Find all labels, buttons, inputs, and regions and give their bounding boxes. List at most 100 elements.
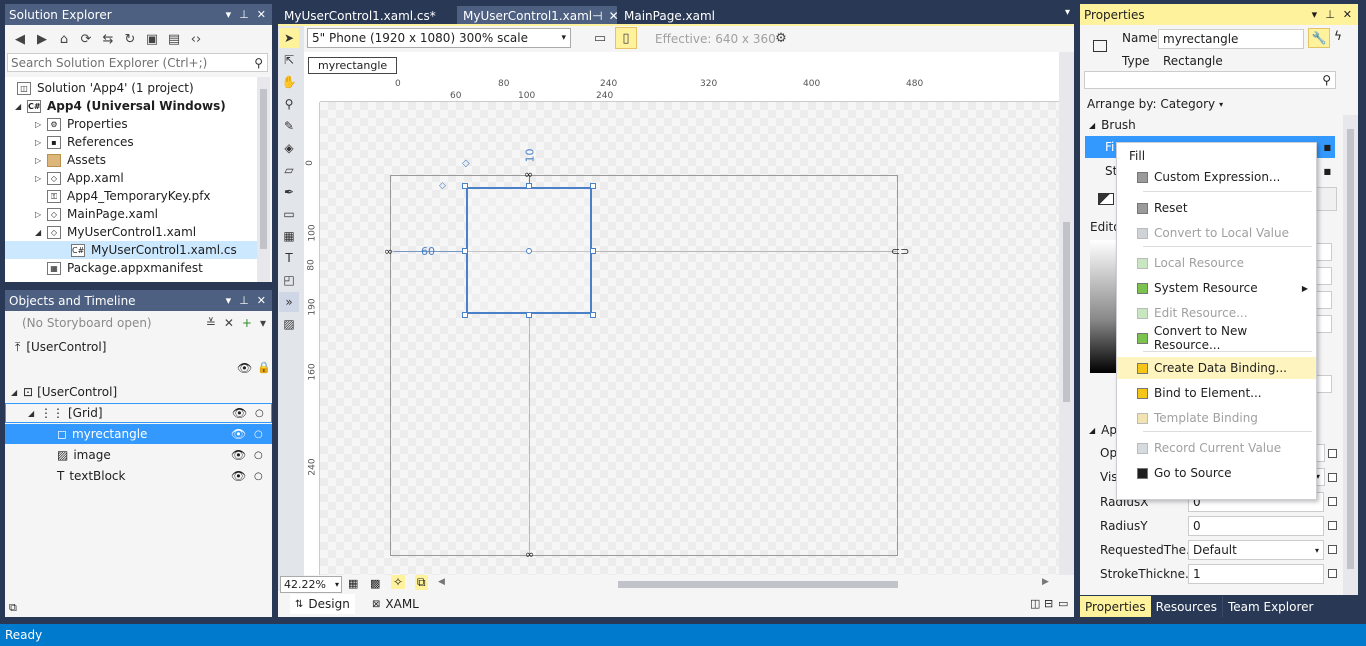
artboard-toggle-icon[interactable]: ⧉ xyxy=(9,601,17,615)
requestedtheme-advanced-marker[interactable] xyxy=(1328,545,1337,554)
zoom-select[interactable]: 42.22% ▾ xyxy=(280,576,342,593)
stroke-advanced-marker[interactable]: ■ xyxy=(1323,167,1331,176)
solution-scrollbar[interactable] xyxy=(257,77,270,282)
storyboard-bar[interactable]: (No Storyboard open) ≚ ✕ + ▾ xyxy=(5,313,272,333)
properties-scrollbar[interactable] xyxy=(1343,115,1358,595)
grid-tool-icon[interactable]: ▦ xyxy=(279,226,299,246)
no-brush-icon[interactable] xyxy=(1098,193,1114,205)
pin-icon[interactable]: ⊥ xyxy=(1325,8,1335,21)
tab-mainpage[interactable]: MainPage.xaml xyxy=(618,6,746,25)
color-picker[interactable] xyxy=(1090,240,1116,373)
brush-section-header[interactable]: ◢ Brush xyxy=(1089,118,1136,132)
eraser-tool-icon[interactable]: ▱ xyxy=(279,160,299,180)
tree-item-manifest[interactable]: ▦ Package.appxmanifest xyxy=(5,259,257,277)
tab-properties[interactable]: Properties xyxy=(1080,596,1151,617)
radiusy-advanced-marker[interactable] xyxy=(1328,521,1337,530)
landscape-icon[interactable]: ▭ xyxy=(589,27,611,49)
visibility-eye-icon[interactable]: 👁 xyxy=(231,469,246,483)
tree-item-pfx[interactable]: ⚿ App4_TemporaryKey.pfx xyxy=(5,187,257,205)
expanded-icon[interactable]: ◢ xyxy=(1089,121,1095,130)
solution-search-box[interactable]: Search Solution Explorer (Ctrl+;) ⚲ xyxy=(7,53,268,72)
image-tool-icon[interactable]: ▨ xyxy=(279,314,299,334)
close-icon[interactable]: ✕ xyxy=(257,8,266,21)
solution-search-input[interactable]: Search Solution Explorer (Ctrl+;) xyxy=(11,56,207,70)
back-icon[interactable]: ◀ xyxy=(9,28,31,50)
tree-myrectangle[interactable]: ◻ myrectangle 👁 ○ xyxy=(5,424,272,444)
opacity-advanced-marker[interactable] xyxy=(1328,449,1337,458)
strokethickness-input[interactable]: 1 xyxy=(1188,564,1324,584)
eyedropper-tool-icon[interactable]: ✎ xyxy=(279,116,299,136)
canvas-viewport[interactable]: myrectangle 0 60 80 100 240 240 320 400 … xyxy=(304,52,1059,575)
scrollbar-thumb[interactable] xyxy=(260,89,267,249)
tree-usercontrol[interactable]: ◢ ⊡ [UserControl] xyxy=(5,383,272,401)
tree-item-properties[interactable]: ▷ ⚙ Properties xyxy=(5,115,257,133)
dropdown-icon[interactable]: ▾ xyxy=(335,580,339,589)
scroll-right-icon[interactable]: ▶ xyxy=(1042,577,1049,587)
close-storyboard-icon[interactable]: ✕ xyxy=(224,316,234,330)
menu-custom-expression[interactable]: Custom Expression... xyxy=(1117,166,1316,188)
color-input-1[interactable] xyxy=(1315,243,1332,261)
assets-tool-icon[interactable]: » xyxy=(279,292,299,312)
lock-icon[interactable]: 🔒 xyxy=(257,361,271,374)
chain-link-icon[interactable]: ∞ xyxy=(384,245,393,258)
scope-root[interactable]: ⤒ [UserControl] xyxy=(5,338,272,356)
show-all-files-icon[interactable]: ▤ xyxy=(163,28,185,50)
tree-textblock[interactable]: T textBlock 👁 ○ xyxy=(5,466,272,486)
tree-grid[interactable]: ◢ ⋮⋮ [Grid] 👁 ○ xyxy=(5,403,272,423)
color-input-3[interactable] xyxy=(1315,291,1332,309)
radiusy-input[interactable]: 0 xyxy=(1188,516,1324,536)
color-input-2[interactable] xyxy=(1315,267,1332,285)
add-storyboard-icon[interactable]: + xyxy=(242,316,252,330)
menu-system-resource[interactable]: System Resource ▶ xyxy=(1117,277,1316,299)
margin-left-value[interactable]: 60 xyxy=(421,245,435,258)
pin-icon[interactable]: ⊥ xyxy=(239,8,249,21)
dropdown-icon[interactable]: ▾ xyxy=(226,8,232,21)
resize-handle-bl[interactable] xyxy=(462,312,468,318)
scope-up-icon[interactable]: ⤒ xyxy=(15,340,20,355)
tree-item-app-xaml[interactable]: ▷ ◇ App.xaml xyxy=(5,169,257,187)
canvas-vscroll[interactable] xyxy=(1059,52,1074,575)
arrange-by[interactable]: Arrange by: Category ▾ xyxy=(1087,97,1223,111)
grid-toggle-icon[interactable]: ▦ xyxy=(348,577,358,590)
split-vertical-icon[interactable]: ◫ xyxy=(1030,597,1040,610)
pen-tool-icon[interactable]: ✒ xyxy=(279,182,299,202)
scroll-left-icon[interactable]: ◀ xyxy=(438,577,445,587)
design-swap-icon[interactable]: ⇅ xyxy=(295,599,303,610)
chain-link-icon[interactable]: ∞ xyxy=(524,168,533,181)
pin-icon[interactable]: ⊣ xyxy=(592,9,602,23)
collapsed-icon[interactable]: ▷ xyxy=(35,138,47,147)
visibility-advanced-marker[interactable] xyxy=(1328,473,1337,482)
expanded-icon[interactable]: ◢ xyxy=(28,409,40,418)
dropdown-icon[interactable]: ▾ xyxy=(1315,546,1319,555)
resize-handle-tr[interactable] xyxy=(590,183,596,189)
name-field[interactable]: myrectangle xyxy=(1158,29,1304,49)
menu-go-to-source[interactable]: Go to Source xyxy=(1117,462,1316,484)
tab-resources[interactable]: Resources xyxy=(1151,596,1223,617)
tab-usercontrol-cs[interactable]: MyUserControl1.xaml.cs* xyxy=(278,6,456,25)
resize-handle-mr[interactable] xyxy=(590,248,596,254)
snap-lines-icon[interactable]: ✧ xyxy=(391,575,406,589)
menu-bind-to-element[interactable]: Bind to Element... xyxy=(1117,382,1316,404)
dropdown-icon[interactable]: ▾ xyxy=(1312,8,1318,21)
properties-search[interactable]: ⚲ xyxy=(1084,71,1336,89)
device-select[interactable]: 5" Phone (1920 x 1080) 300% scale ▾ xyxy=(307,28,571,48)
settings-gear-icon[interactable]: ⚙ xyxy=(770,27,792,49)
canvas-hscroll-thumb[interactable] xyxy=(618,581,898,588)
collapse-icon[interactable]: ≚ xyxy=(206,316,216,330)
menu-convert-new-resource[interactable]: Convert to New Resource... xyxy=(1117,324,1316,352)
dropdown-icon[interactable]: ▾ xyxy=(1219,100,1223,109)
view-code-icon[interactable]: ‹› xyxy=(185,28,207,50)
strokethickness-advanced-marker[interactable] xyxy=(1328,569,1337,578)
zoom-tool-icon[interactable]: ⚲ xyxy=(279,94,299,114)
wrench-icon[interactable]: 🔧 xyxy=(1308,28,1330,48)
tree-item-usercontrol-cs[interactable]: C# MyUserControl1.xaml.cs xyxy=(5,241,257,259)
portrait-icon[interactable]: ▯ xyxy=(615,27,637,49)
control-tool-icon[interactable]: ◰ xyxy=(279,270,299,290)
collapse-pane-icon[interactable]: ▭ xyxy=(1058,597,1068,610)
direct-select-tool-icon[interactable]: ⇱ xyxy=(279,50,299,70)
selection-tool-icon[interactable]: ➤ xyxy=(279,28,299,48)
corner-radius-handle-icon[interactable]: ◇ xyxy=(439,181,446,191)
expanded-icon[interactable]: ◢ xyxy=(15,102,27,111)
collapse-all-icon[interactable]: ▣ xyxy=(141,28,163,50)
tree-item-solution[interactable]: ◫ Solution 'App4' (1 project) xyxy=(5,79,257,97)
